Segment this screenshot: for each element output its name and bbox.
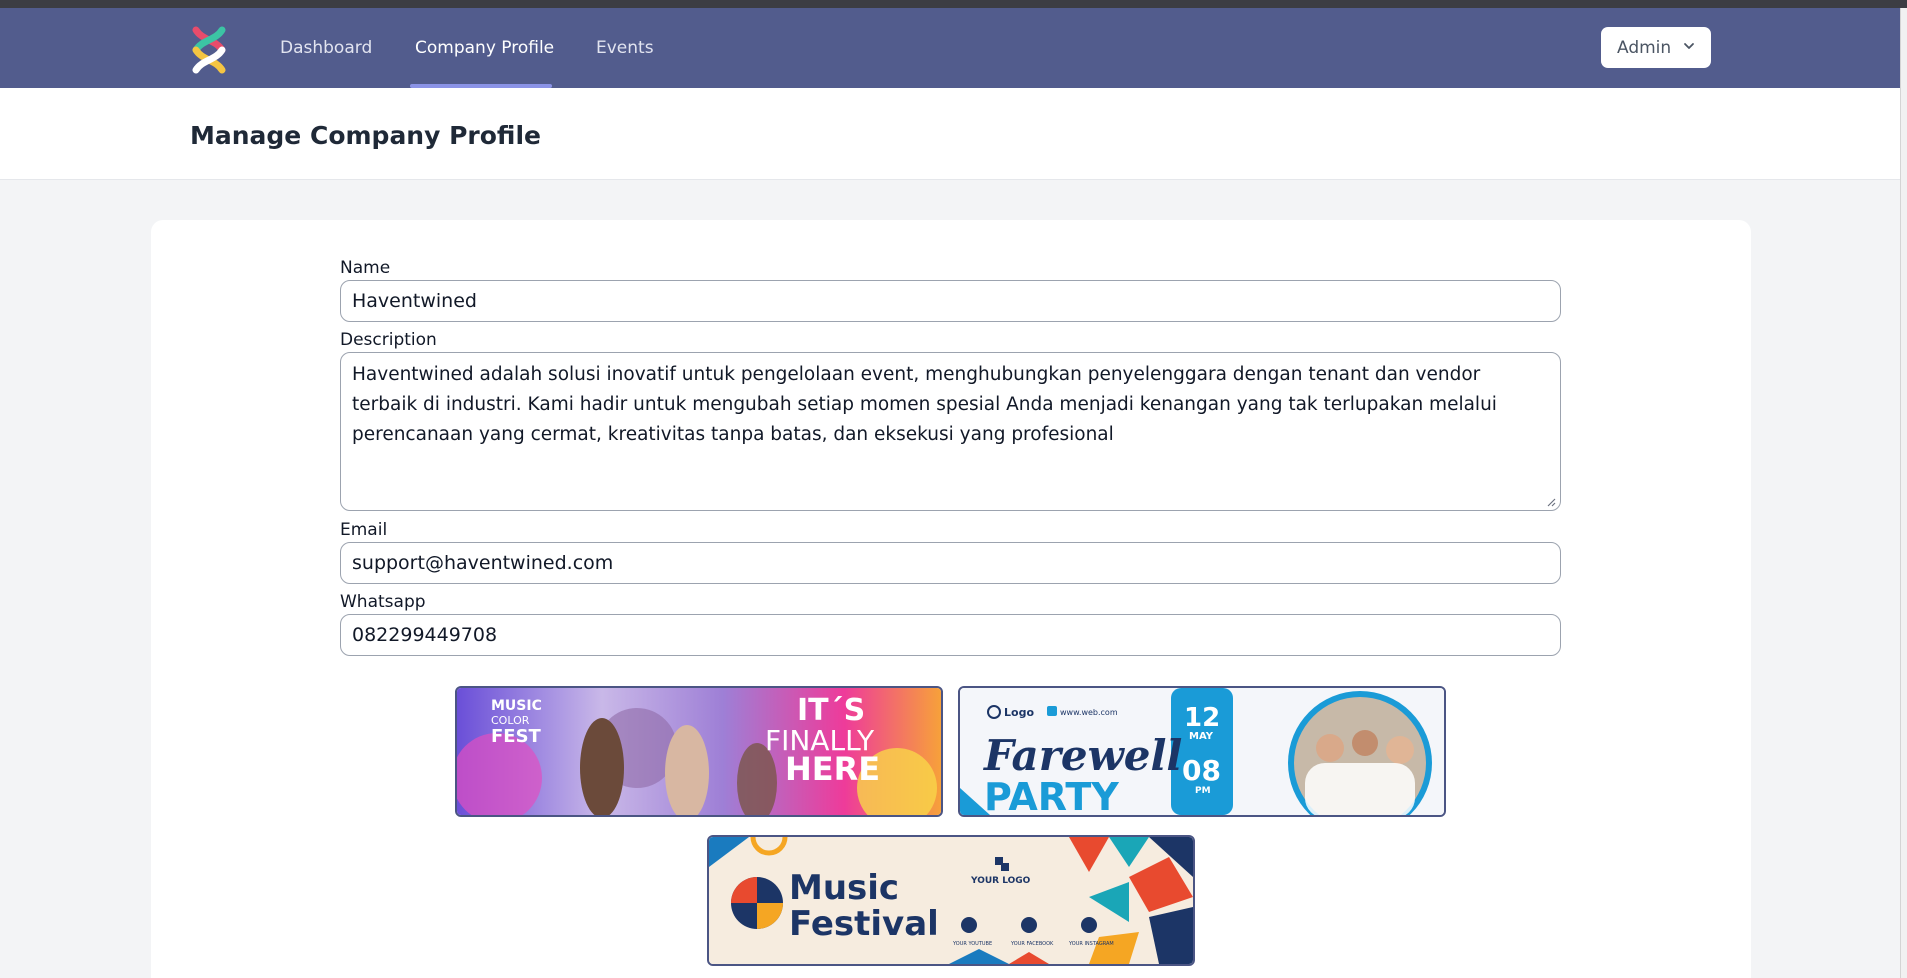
name-label: Name — [340, 258, 391, 278]
app-logo-icon[interactable] — [188, 26, 230, 74]
fest-line1: MUSIC — [491, 698, 542, 714]
description-label: Description — [340, 330, 437, 350]
whatsapp-label: Whatsapp — [340, 592, 426, 612]
top-navbar: Dashboard Company Profile Events Admin — [0, 8, 1900, 88]
fest-headline3: HERE — [785, 750, 880, 788]
nav-company-profile[interactable]: Company Profile — [415, 38, 554, 58]
whatsapp-input[interactable]: 082299449708 — [340, 614, 1561, 656]
description-textarea[interactable]: Haventwined adalah solusi inovatif untuk… — [340, 352, 1561, 511]
farewell-month: MAY — [1189, 731, 1214, 742]
farewell-title2: PARTY — [984, 775, 1119, 815]
fest-line3: FEST — [491, 726, 542, 747]
farewell-web: www.web.com — [1060, 708, 1118, 717]
festival-title1: Music — [789, 868, 899, 908]
email-input[interactable]: support@haventwined.com — [340, 542, 1561, 584]
name-input[interactable]: Haventwined — [340, 280, 1561, 322]
farewell-ampm: PM — [1195, 786, 1211, 796]
banner-farewell-party[interactable]: Logo www.web.com Farewell PARTY 12 MAY 0… — [958, 686, 1446, 817]
browser-top-strip — [0, 0, 1907, 8]
nav-events[interactable]: Events — [596, 38, 654, 58]
farewell-time: 08 — [1182, 754, 1221, 787]
fest-headline1: IT´S — [797, 693, 865, 728]
festival-logo-text: YOUR LOGO — [970, 876, 1031, 886]
admin-label: Admin — [1617, 37, 1672, 58]
farewell-day: 12 — [1184, 703, 1220, 733]
resize-handle-icon[interactable] — [1546, 497, 1556, 507]
farewell-logo: Logo — [1004, 706, 1034, 719]
chevron-down-icon — [1684, 43, 1694, 49]
banner-music-festival[interactable]: Music Festival YOUR LOGO YOUR YOUTUBE YO… — [707, 835, 1195, 966]
festival-title2: Festival — [789, 904, 939, 944]
festival-social2: YOUR FACEBOOK — [1010, 941, 1054, 947]
banner-music-color-fest[interactable]: MUSIC COLOR FEST IT´S FINALLY HERE — [455, 686, 943, 817]
admin-dropdown-button[interactable]: Admin — [1601, 27, 1711, 68]
nav-dashboard[interactable]: Dashboard — [280, 38, 372, 58]
farewell-title1: Farewell — [983, 731, 1182, 780]
festival-social3: YOUR INSTAGRAM — [1068, 941, 1114, 947]
description-text: Haventwined adalah solusi inovatif untuk… — [352, 364, 1497, 445]
festival-social1: YOUR YOUTUBE — [952, 941, 992, 947]
page-title: Manage Company Profile — [190, 121, 541, 150]
page-header: Manage Company Profile — [0, 88, 1900, 180]
email-label: Email — [340, 520, 388, 540]
page-scrollbar[interactable] — [1900, 8, 1907, 978]
